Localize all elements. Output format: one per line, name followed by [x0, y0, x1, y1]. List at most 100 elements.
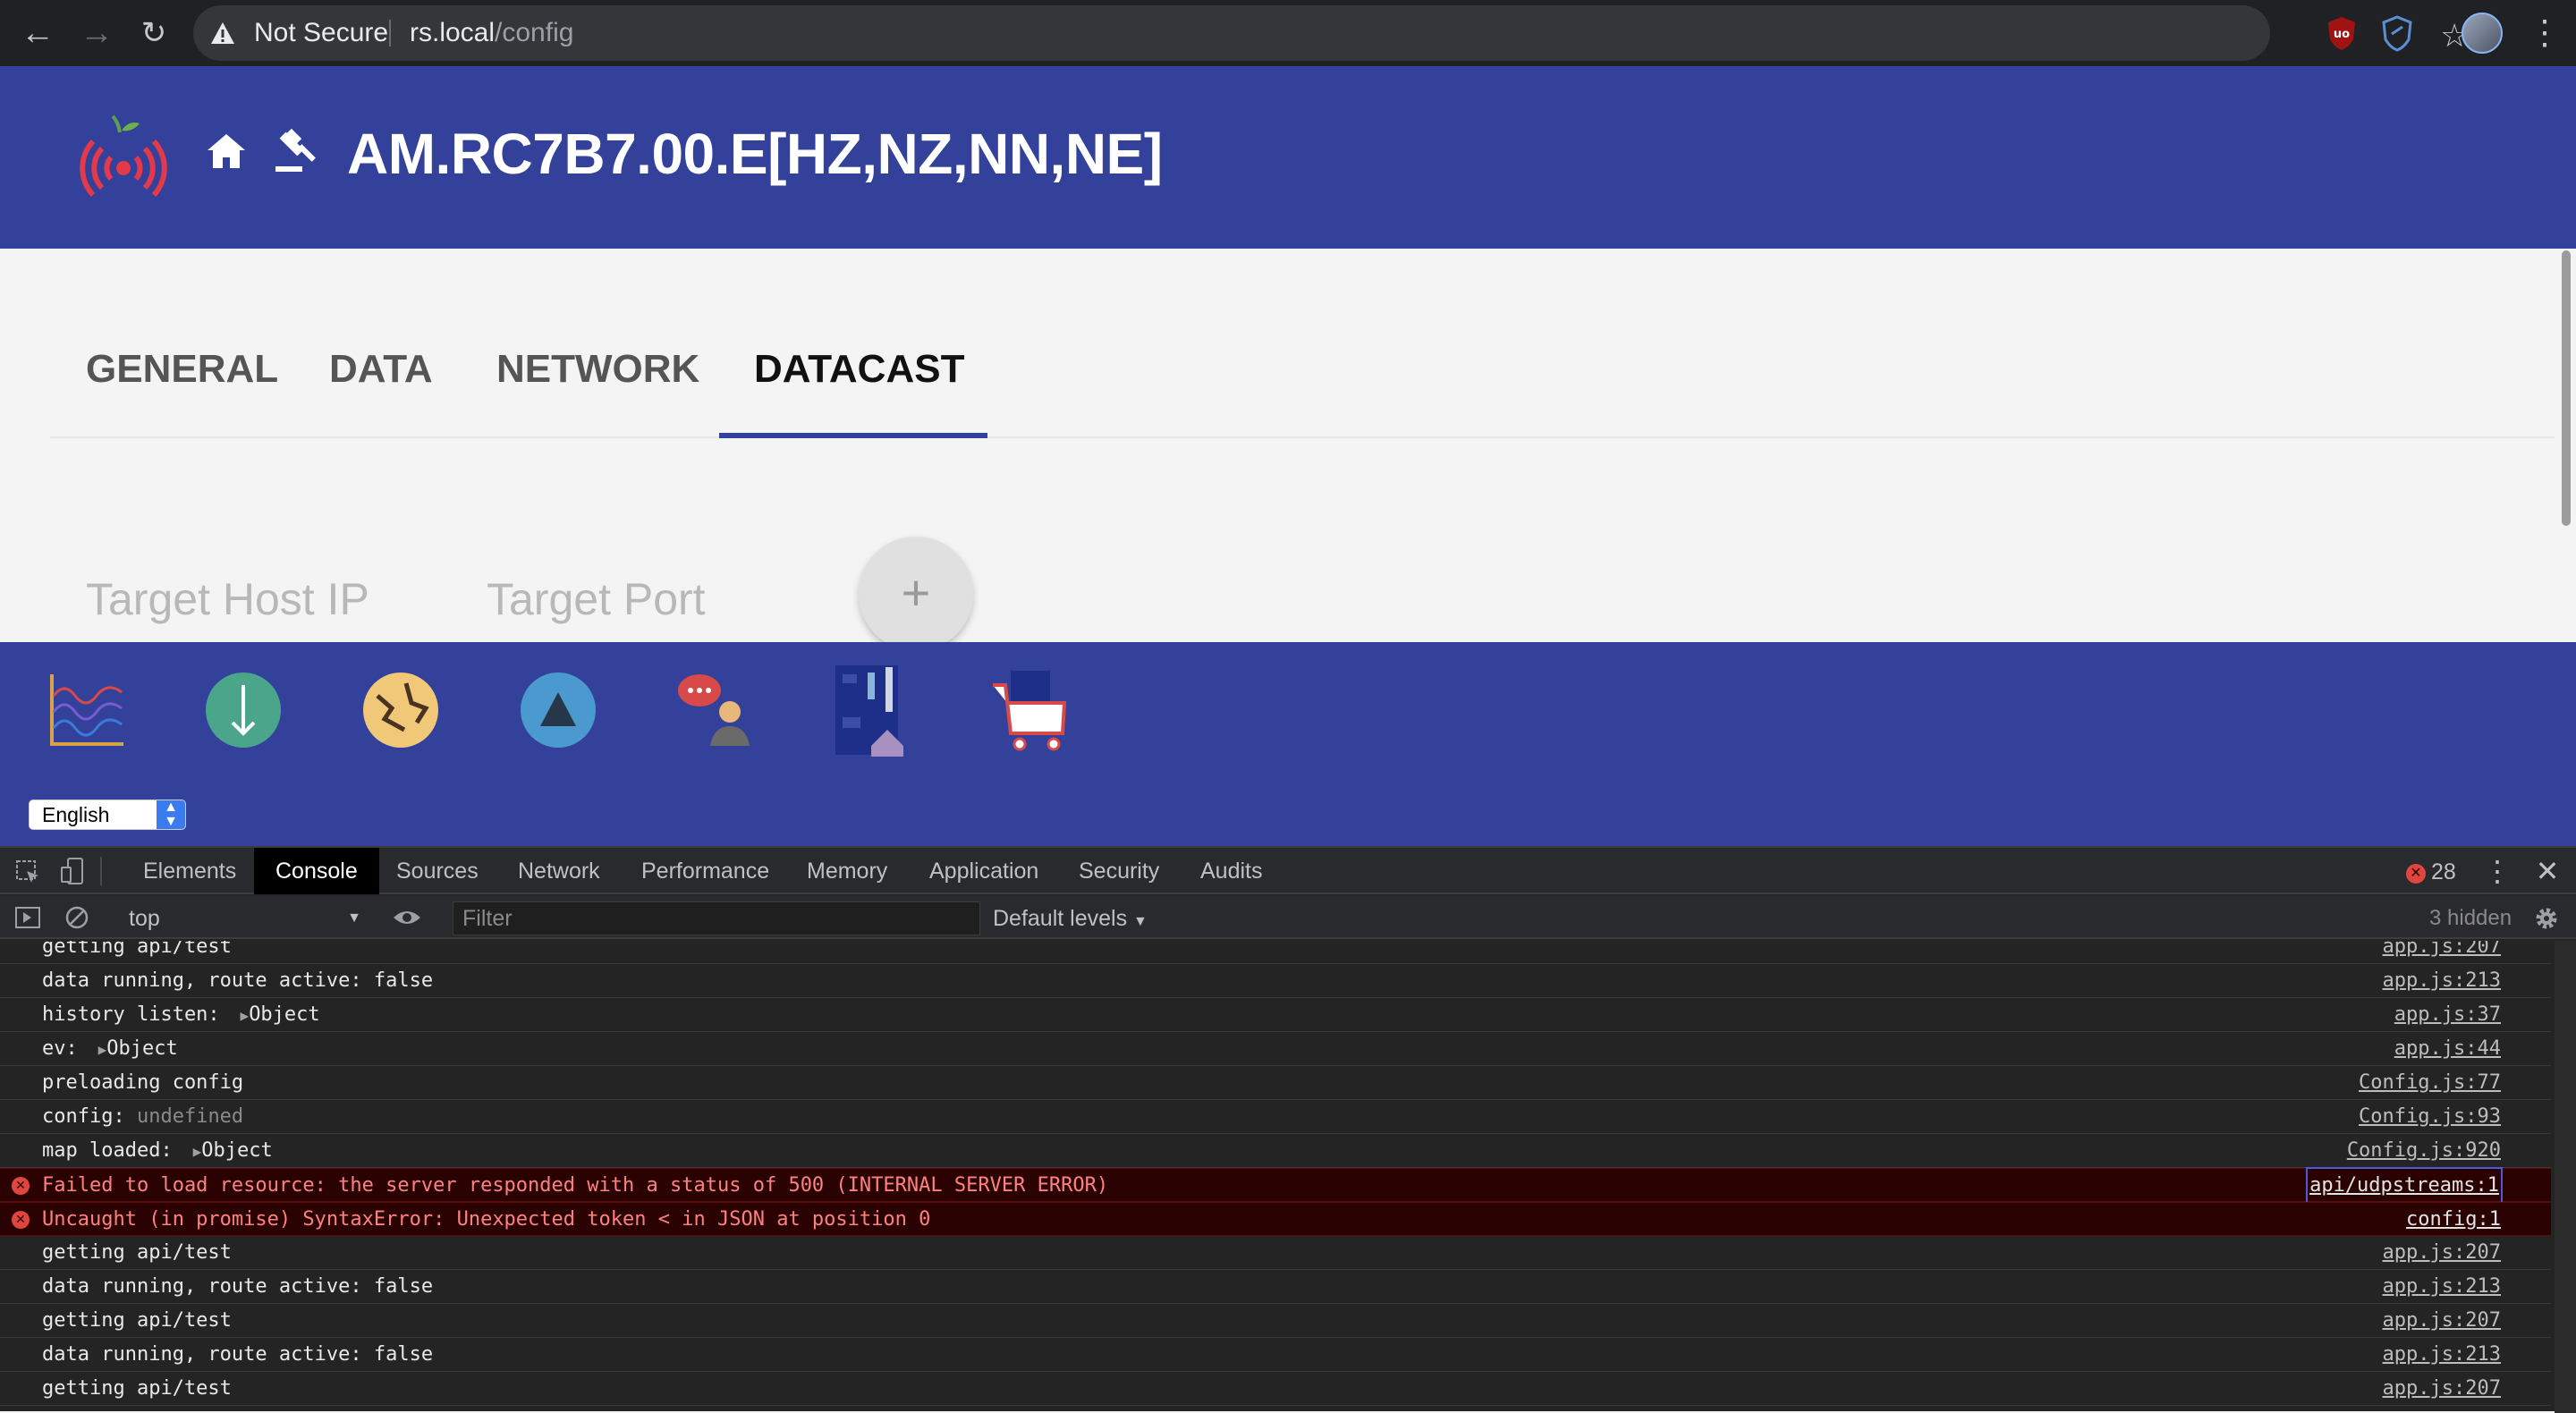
- console-source-link[interactable]: app.js:207: [2383, 1236, 2501, 1270]
- triangle-icon[interactable]: [517, 669, 599, 751]
- profile-avatar[interactable]: [2462, 13, 2503, 54]
- tab-data[interactable]: DATA: [329, 347, 433, 392]
- console-scrollbar[interactable]: [2555, 941, 2576, 1413]
- console-object[interactable]: Object: [249, 1003, 319, 1026]
- console-source-link[interactable]: Config.js:77: [2359, 1066, 2501, 1100]
- console-message: Failed to load resource: the server resp…: [42, 1169, 1108, 1203]
- devtools-tab-performance[interactable]: Performance: [620, 848, 791, 894]
- circuit-board-house-icon[interactable]: [832, 664, 907, 758]
- tab-datacast[interactable]: DATACAST: [754, 347, 964, 392]
- devtools-tab-console[interactable]: Console: [254, 848, 379, 894]
- address-bar[interactable]: Not Secure rs.local/config ☆: [193, 5, 2469, 61]
- devtools-tab-sources[interactable]: Sources: [375, 848, 500, 894]
- console-message: ev: ▶Object: [42, 1032, 178, 1067]
- error-counter[interactable]: ✕ 28: [2406, 859, 2456, 885]
- console-filter-input[interactable]: Filter: [453, 901, 980, 935]
- console-source-link[interactable]: Config.js:93: [2359, 1100, 2501, 1134]
- tabbar-divider: [100, 857, 102, 885]
- expand-triangle-icon[interactable]: ▶: [232, 1007, 250, 1024]
- target-host-ip-input[interactable]: Target Host IP: [86, 572, 369, 626]
- home-icon[interactable]: [206, 131, 247, 172]
- reload-icon[interactable]: ↻: [132, 12, 175, 55]
- console-message-text: data running, route active: false: [42, 1275, 434, 1298]
- chat-person-icon[interactable]: [674, 669, 757, 751]
- back-arrow-icon[interactable]: ←: [16, 12, 59, 55]
- console-source-link[interactable]: api/udpstreams:1: [2306, 1167, 2503, 1205]
- console-source-link[interactable]: app.js:213: [2383, 1338, 2501, 1372]
- show-drawer-icon[interactable]: [14, 905, 41, 930]
- console-source-link[interactable]: app.js:207: [2383, 1372, 2501, 1406]
- inspect-element-icon[interactable]: [14, 859, 41, 885]
- devtools-menu-icon[interactable]: ⋮: [2483, 850, 2512, 893]
- add-target-button[interactable]: +: [859, 537, 973, 651]
- url-path: /config: [495, 18, 574, 47]
- console-message-text: getting api/test: [42, 1377, 232, 1400]
- devtools-tab-security[interactable]: Security: [1057, 848, 1181, 894]
- console-settings-gear-icon[interactable]: [2533, 905, 2560, 932]
- devtools-tab-network[interactable]: Network: [496, 848, 622, 894]
- console-source-link[interactable]: Config.js:920: [2347, 1134, 2501, 1168]
- console-object[interactable]: Object: [106, 1037, 177, 1060]
- cart-device-icon[interactable]: [989, 667, 1070, 753]
- browser-menu-icon[interactable]: ⋮: [2528, 11, 2562, 55]
- security-label[interactable]: Not Secure: [254, 18, 388, 48]
- earthquake-globe-icon[interactable]: [360, 669, 442, 751]
- devtools-tabbar: Elements Console Sources Network Perform…: [0, 848, 2576, 894]
- tab-network[interactable]: NETWORK: [496, 347, 699, 392]
- clear-console-icon[interactable]: [64, 905, 89, 930]
- console-row: config: undefined Config.js:93: [0, 1100, 2551, 1134]
- console-source-link[interactable]: app.js:213: [2383, 964, 2501, 998]
- gavel-icon[interactable]: [274, 129, 317, 173]
- console-source-link[interactable]: app.js:44: [2394, 1032, 2501, 1066]
- console-source-link[interactable]: app.js:207: [2383, 1304, 2501, 1338]
- console-error-row: ✕ Uncaught (in promise) SyntaxError: Unex…: [0, 1202, 2551, 1236]
- console-row: ev: ▶Object app.js:44: [0, 1032, 2551, 1066]
- language-select[interactable]: English ▲ ▼: [29, 800, 186, 830]
- svg-text:uo: uo: [2334, 28, 2350, 41]
- device-toolbar-icon[interactable]: [59, 857, 86, 885]
- url-text[interactable]: rs.local/config: [410, 18, 573, 48]
- console-object[interactable]: Object: [201, 1139, 272, 1162]
- devtools-panel: Elements Console Sources Network Perform…: [0, 846, 2576, 1413]
- page-scrollbar[interactable]: [2562, 250, 2571, 526]
- console-message-text: getting api/test: [42, 1241, 232, 1264]
- console-message-text: getting api/test: [42, 1309, 232, 1332]
- console-message: getting api/test: [42, 1304, 232, 1338]
- devtools-tab-elements[interactable]: Elements: [122, 848, 258, 894]
- forward-arrow-icon[interactable]: →: [75, 12, 118, 55]
- devtools-tab-memory[interactable]: Memory: [785, 848, 909, 894]
- app-header: AM.RC7B7.00.E[HZ,NZ,NN,NE]: [0, 66, 2576, 249]
- expand-triangle-icon[interactable]: ▶: [89, 1041, 107, 1058]
- warning-triangle-icon[interactable]: [209, 20, 236, 47]
- expand-triangle-icon[interactable]: ▶: [184, 1143, 202, 1160]
- console-source-link[interactable]: app.js:213: [2383, 1270, 2501, 1304]
- privacy-shield-icon[interactable]: [2379, 14, 2415, 52]
- app-logo-icon: [80, 114, 167, 198]
- console-row: data running, route active: false app.js:…: [0, 1338, 2551, 1372]
- download-icon[interactable]: [202, 669, 284, 751]
- log-levels-dropdown[interactable]: Default levels ▼: [993, 903, 1148, 937]
- devtools-tab-audits[interactable]: Audits: [1179, 848, 1284, 894]
- live-expression-eye-icon[interactable]: [392, 907, 422, 928]
- console-source-link[interactable]: config:1: [2406, 1203, 2501, 1237]
- close-devtools-icon[interactable]: ✕: [2531, 850, 2563, 893]
- target-port-input[interactable]: Target Port: [487, 572, 706, 626]
- console-message-text: Uncaught (in promise) SyntaxError: Unexp…: [42, 1208, 931, 1231]
- console-source-link[interactable]: app.js:207: [2383, 941, 2501, 964]
- devtools-tab-application[interactable]: Application: [908, 848, 1060, 894]
- console-row: preloading config Config.js:77: [0, 1066, 2551, 1100]
- app-footer: English ▲ ▼: [0, 642, 2576, 846]
- console-row: getting api/test app.js:207: [0, 1304, 2551, 1338]
- console-message-text: data running, route active: false: [42, 1343, 434, 1366]
- console-undefined-value: undefined: [136, 1105, 244, 1128]
- context-selector[interactable]: top ▼: [129, 903, 361, 934]
- url-host: rs.local: [410, 18, 496, 47]
- ublock-shield-icon[interactable]: uo: [2324, 14, 2360, 52]
- page-title: AM.RC7B7.00.E[HZ,NZ,NN,NE]: [347, 122, 1163, 186]
- waveform-chart-icon[interactable]: [45, 669, 127, 751]
- console-source-link[interactable]: app.js:37: [2394, 998, 2501, 1032]
- console-message: data running, route active: false: [42, 1270, 433, 1304]
- console-message-text: ev:: [42, 1037, 89, 1060]
- context-value: top: [129, 906, 160, 931]
- tab-general[interactable]: GENERAL: [86, 347, 278, 392]
